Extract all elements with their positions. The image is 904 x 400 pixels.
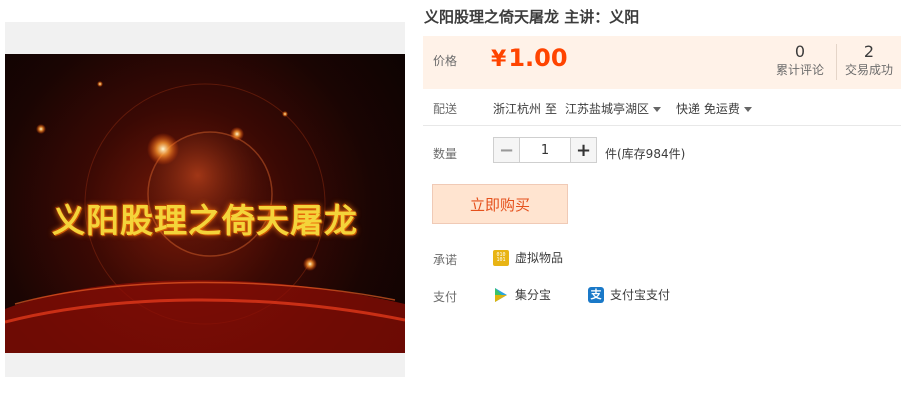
increase-button[interactable]: + xyxy=(570,138,596,162)
destination-select[interactable]: 江苏盐城亭湖区 xyxy=(565,100,662,117)
product-title: 义阳股理之倚天屠龙 主讲：义阳 xyxy=(424,8,640,26)
shipping-from: 浙江杭州 xyxy=(493,102,542,116)
payment-label: 支付 xyxy=(433,290,458,304)
stock-text: 件(库存984件) xyxy=(605,147,686,161)
jifenbao-icon xyxy=(493,287,509,303)
deals-count: 2 xyxy=(863,42,875,61)
deals-stat[interactable]: 2 交易成功 xyxy=(839,42,899,78)
price-label: 价格 xyxy=(433,54,458,68)
buy-now-button[interactable]: 立即购买 xyxy=(432,184,568,224)
reviews-stat[interactable]: 0 累计评论 xyxy=(770,42,830,78)
reviews-count: 0 xyxy=(794,42,806,61)
quantity-stepper: − + xyxy=(493,137,597,163)
shipping-label: 配送 xyxy=(433,102,458,116)
virtual-goods-label: 虚拟物品 xyxy=(515,251,564,265)
shipping-method-select[interactable]: 快递 免运费 xyxy=(676,100,752,117)
destination-text: 江苏盐城亭湖区 xyxy=(565,102,650,116)
divider xyxy=(423,125,901,126)
payment-alipay[interactable]: 支 支付宝支付 xyxy=(588,286,670,303)
alipay-icon: 支 xyxy=(588,286,604,303)
promise-label: 承诺 xyxy=(433,253,458,267)
currency-symbol: ¥ xyxy=(491,47,507,72)
reviews-label: 累计评论 xyxy=(775,63,824,77)
quantity-label: 数量 xyxy=(433,147,458,161)
product-image-title: 义阳股理之倚天屠龙 xyxy=(52,201,358,240)
jifenbao-label: 集分宝 xyxy=(515,288,552,302)
stat-divider xyxy=(836,44,837,80)
product-image-panel: 义阳股理之倚天屠龙 xyxy=(5,22,405,377)
alipay-label: 支付宝支付 xyxy=(610,288,671,302)
quantity-input[interactable] xyxy=(520,138,570,162)
price-box: 价格 ¥1.00 0 累计评论 2 交易成功 xyxy=(423,36,901,89)
shipping-to-word: 至 xyxy=(545,102,558,116)
payment-jifenbao[interactable]: 集分宝 xyxy=(493,286,551,303)
virtual-goods-item[interactable]: 010 101 虚拟物品 xyxy=(493,249,563,266)
price-amount: 1.00 xyxy=(508,44,568,72)
product-image[interactable]: 义阳股理之倚天屠龙 xyxy=(5,54,405,353)
virtual-goods-icon: 010 101 xyxy=(493,249,509,266)
deals-label: 交易成功 xyxy=(844,63,893,77)
chevron-down-icon xyxy=(653,107,662,112)
shipping-method-text: 快递 免运费 xyxy=(676,102,740,116)
decrease-button[interactable]: − xyxy=(494,138,520,162)
chevron-down-icon xyxy=(743,107,752,112)
price-value: ¥1.00 xyxy=(491,44,568,72)
